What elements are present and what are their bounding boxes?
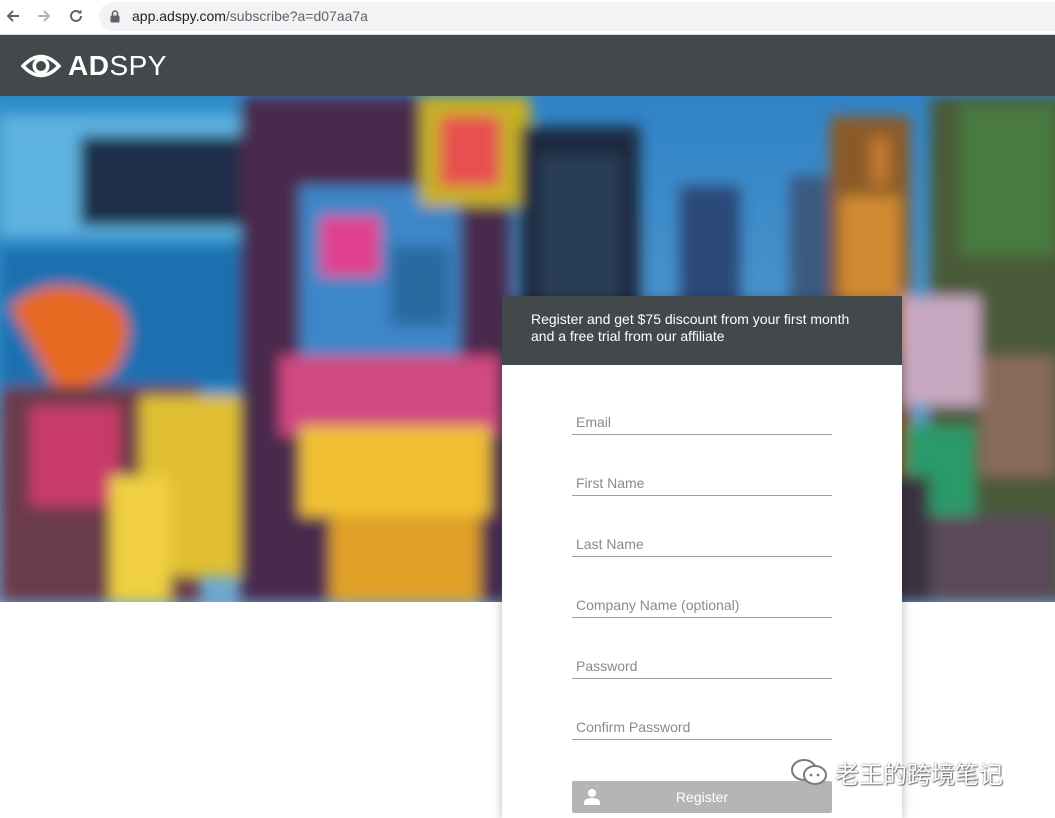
back-button[interactable]	[2, 5, 24, 27]
first-name-input[interactable]	[572, 472, 832, 494]
url-domain: app.adspy.com	[132, 8, 226, 24]
first-name-field	[572, 472, 832, 496]
last-name-input[interactable]	[572, 533, 832, 555]
logo-wordmark: ADSPY	[68, 49, 167, 83]
forward-arrow-icon	[38, 10, 51, 22]
browser-toolbar: app.adspy.com/subscribe?a=d07aa7a	[0, 0, 1055, 35]
last-name-field	[572, 533, 832, 557]
reload-button[interactable]	[65, 5, 87, 27]
url-path: /subscribe?a=d07aa7a	[225, 8, 368, 24]
register-card: Register and get $75 discount from your …	[502, 296, 902, 818]
email-input[interactable]	[572, 411, 832, 433]
password-input[interactable]	[572, 655, 832, 677]
confirm-password-input[interactable]	[572, 716, 832, 738]
watermark-text: 老王的跨境笔记	[835, 760, 1003, 789]
company-name-field	[572, 594, 832, 618]
register-button-label: Register	[675, 789, 729, 805]
watermark: 老王的跨境笔记	[789, 754, 1003, 790]
lock-icon	[110, 10, 120, 23]
password-field	[572, 655, 832, 679]
address-bar[interactable]: app.adspy.com/subscribe?a=d07aa7a	[99, 2, 1055, 31]
user-icon	[584, 789, 600, 805]
reload-icon	[70, 9, 82, 22]
company-name-input[interactable]	[572, 594, 832, 616]
forward-button[interactable]	[33, 5, 55, 27]
logo-spy: SPY	[109, 50, 167, 81]
register-card-header: Register and get $75 discount from your …	[502, 296, 902, 365]
eye-logo-icon	[20, 54, 62, 78]
chat-bubbles-icon	[791, 759, 827, 785]
adspy-logo[interactable]: ADSPY	[20, 49, 167, 83]
back-arrow-icon	[6, 10, 19, 22]
email-field	[572, 411, 832, 435]
url-text: app.adspy.com/subscribe?a=d07aa7a	[132, 8, 368, 25]
app-header: ADSPY	[0, 35, 1055, 96]
logo-ad: AD	[68, 50, 110, 81]
confirm-password-field	[572, 716, 832, 740]
register-promo-text: Register and get $75 discount from your …	[531, 311, 850, 344]
